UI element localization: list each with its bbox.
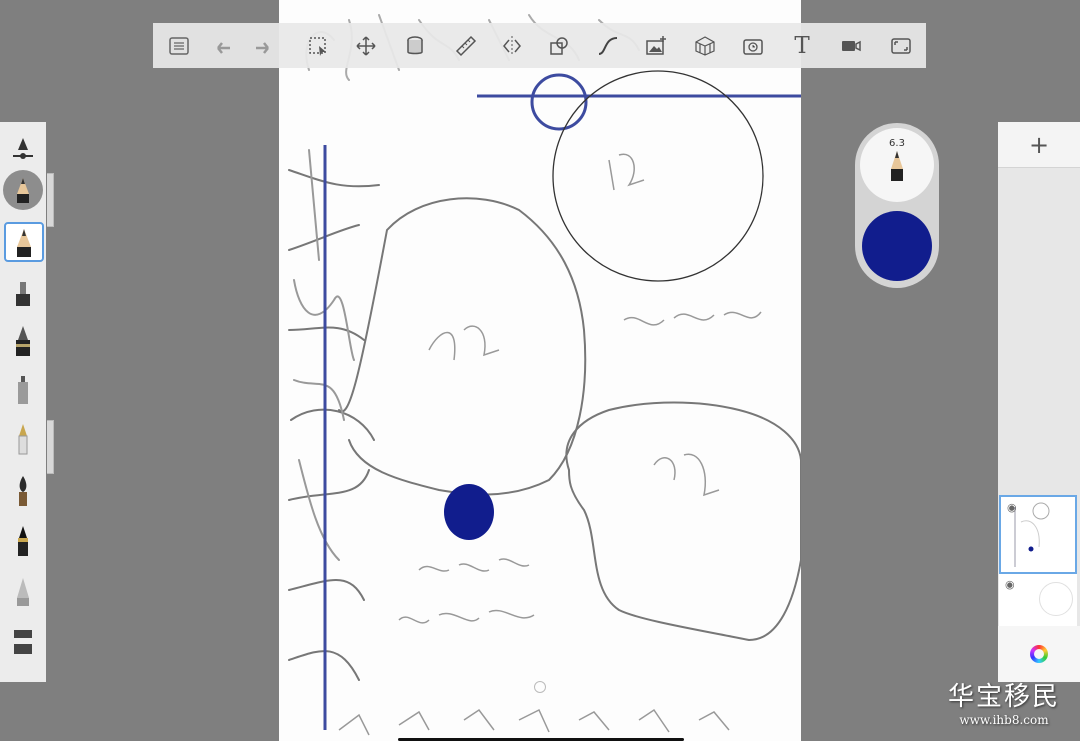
- pencil-icon: [891, 151, 903, 181]
- current-brush-preview[interactable]: [3, 170, 43, 210]
- shape-icon[interactable]: [544, 31, 574, 61]
- brush-settings-icon[interactable]: [4, 126, 42, 164]
- selection-icon[interactable]: [303, 31, 333, 61]
- layer-thumbnail-1[interactable]: ◉: [999, 495, 1077, 574]
- video-icon[interactable]: [836, 31, 866, 61]
- fineliner-tool[interactable]: [4, 322, 42, 360]
- transform-icon[interactable]: [351, 31, 381, 61]
- ink-brush-tool[interactable]: [4, 472, 42, 510]
- fountain-pen-tool[interactable]: [4, 420, 42, 458]
- fill-icon[interactable]: [400, 31, 430, 61]
- undo-icon[interactable]: [207, 31, 237, 61]
- smudge-tool[interactable]: [4, 572, 42, 610]
- eye-icon[interactable]: ◉: [1005, 578, 1015, 591]
- perspective-icon[interactable]: [690, 31, 720, 61]
- time-lapse-icon[interactable]: [738, 31, 768, 61]
- layer-preview: [1039, 582, 1073, 616]
- sketch-strokes: [288, 14, 801, 736]
- airbrush-tool[interactable]: [4, 370, 42, 408]
- watermark: 华宝移民 www.ihb8.com: [948, 676, 1060, 727]
- redo-icon[interactable]: [249, 31, 279, 61]
- brush-puck: 6.3: [855, 123, 939, 288]
- brush-scroll-handle[interactable]: [47, 420, 54, 474]
- layers-panel: + ◉ ◉: [998, 122, 1080, 682]
- marker-tool[interactable]: [4, 274, 42, 312]
- brush-size-value: 6.3: [889, 138, 905, 149]
- list-icon[interactable]: [164, 31, 194, 61]
- curve-icon[interactable]: [593, 31, 623, 61]
- paint-brush-tool[interactable]: [4, 522, 42, 560]
- top-toolbar: T: [153, 23, 926, 68]
- current-color-swatch[interactable]: [862, 211, 932, 281]
- text-icon[interactable]: T: [787, 31, 817, 61]
- pencil-tool[interactable]: [4, 222, 44, 262]
- color-picker-button[interactable]: [998, 626, 1080, 682]
- brush-scroll-handle[interactable]: [47, 173, 54, 227]
- symmetry-icon[interactable]: [497, 31, 527, 61]
- image-import-icon[interactable]: [641, 31, 671, 61]
- watermark-title: 华宝移民: [947, 682, 1060, 712]
- color-wheel-icon: [1030, 645, 1048, 663]
- fullscreen-icon[interactable]: [886, 31, 916, 61]
- brush-library: [0, 122, 46, 682]
- brush-size-control[interactable]: 6.3: [860, 128, 934, 202]
- ruler-icon[interactable]: [451, 31, 481, 61]
- eye-icon[interactable]: ◉: [1007, 501, 1017, 514]
- drawing-canvas[interactable]: [279, 0, 801, 741]
- page-indicator: [534, 681, 546, 693]
- watermark-url: www.ihb8.com: [959, 713, 1049, 727]
- eraser-tool[interactable]: [4, 622, 42, 660]
- add-layer-button[interactable]: +: [998, 122, 1080, 168]
